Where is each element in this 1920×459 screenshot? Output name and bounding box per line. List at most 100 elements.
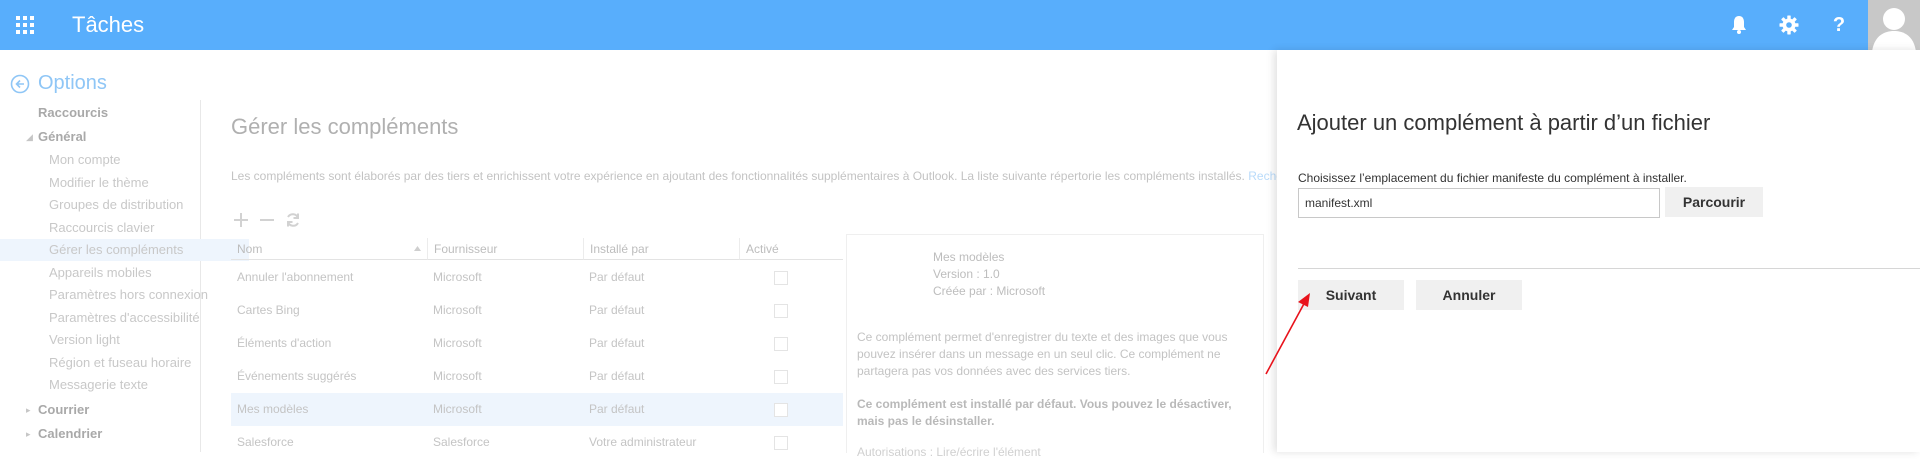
enabled-checkbox[interactable]: [774, 403, 788, 417]
table-row[interactable]: Annuler l'abonnement Microsoft Par défau…: [231, 261, 843, 294]
addin-author: Créée par : Microsoft: [933, 284, 1046, 298]
panel-divider: [1298, 268, 1920, 269]
column-header-active[interactable]: Activé: [739, 238, 843, 260]
nav-item-label: Appareils mobiles: [49, 265, 152, 280]
table-row[interactable]: Mes modèles Microsoft Par défaut: [231, 393, 843, 426]
page-description: Les compléments sont élaborés par des ti…: [231, 169, 1300, 183]
header-label: Activé: [746, 242, 779, 256]
panel-instruction: Choisissez l’emplacement du fichier mani…: [1298, 171, 1687, 185]
column-header-nom[interactable]: Nom: [231, 238, 427, 260]
addin-permissions: Autorisations : Lire/écrire l'élément: [857, 445, 1041, 459]
caret-expanded-icon[interactable]: ◢: [26, 126, 33, 148]
help-icon[interactable]: ?: [1814, 0, 1864, 50]
cell-name: Éléments d'action: [237, 336, 332, 350]
gear-icon[interactable]: [1764, 0, 1814, 50]
addins-toolbar: [233, 212, 301, 228]
refresh-icon[interactable]: [285, 212, 301, 228]
cancel-button[interactable]: Annuler: [1416, 280, 1522, 310]
enabled-checkbox[interactable]: [774, 337, 788, 351]
cell-installed-by: Par défaut: [589, 369, 645, 383]
cell-provider: Microsoft: [433, 336, 482, 350]
options-nav: Raccourcis ◢ Général Mon compte Modifier …: [0, 100, 249, 452]
nav-item-label: Groupes de distribution: [49, 197, 184, 212]
cell-provider: Microsoft: [433, 369, 482, 383]
cell-installed-by: Par défaut: [589, 303, 645, 317]
table-row[interactable]: Cartes Bing Microsoft Par défaut: [231, 294, 843, 327]
nav-item-label: Version light: [49, 332, 120, 347]
nav-item-label: Région et fuseau horaire: [49, 355, 192, 370]
back-arrow-icon[interactable]: [10, 74, 30, 94]
nav-item-gerer-complements[interactable]: Gérer les compléments: [0, 239, 249, 261]
table-row[interactable]: Salesforce Salesforce Votre administrate…: [231, 426, 843, 459]
next-button[interactable]: Suivant: [1298, 280, 1404, 310]
nav-item-label: Paramètres d'accessibilité: [49, 310, 200, 325]
cell-provider: Microsoft: [433, 303, 482, 317]
enabled-checkbox[interactable]: [774, 271, 788, 285]
addin-version: Version : 1.0: [933, 267, 1000, 281]
caret-collapsed-icon[interactable]: ▸: [26, 399, 31, 421]
nav-item-region-fuseau[interactable]: Région et fuseau horaire: [0, 352, 249, 374]
nav-item-appareils-mobiles[interactable]: Appareils mobiles: [0, 262, 249, 284]
bell-icon[interactable]: [1714, 0, 1764, 50]
nav-item-raccourcis-clavier[interactable]: Raccourcis clavier: [0, 217, 249, 239]
cell-installed-by: Votre administrateur: [589, 435, 697, 449]
nav-item-groupes-distribution[interactable]: Groupes de distribution: [0, 194, 249, 216]
options-header[interactable]: Options: [10, 72, 107, 95]
column-header-fournisseur[interactable]: Fournisseur: [427, 238, 583, 260]
nav-item-mon-compte[interactable]: Mon compte: [0, 149, 249, 171]
nav-item-accessibilite[interactable]: Paramètres d'accessibilité: [0, 307, 249, 329]
cell-installed-by: Par défaut: [589, 336, 645, 350]
nav-item-general[interactable]: ◢ Général: [0, 126, 238, 148]
table-row[interactable]: Événements suggérés Microsoft Par défaut: [231, 360, 843, 393]
app-launcher-icon[interactable]: [10, 5, 40, 45]
nav-item-version-light[interactable]: Version light: [0, 329, 249, 351]
addin-meta: Mes modèles Version : 1.0 Créée par : Mi…: [933, 249, 1045, 300]
browse-button[interactable]: Parcourir: [1665, 187, 1763, 217]
addin-install-note: Ce complément est installé par défaut. V…: [857, 397, 1232, 428]
add-from-file-panel: Ajouter un complément à partir d’un fich…: [1277, 50, 1920, 452]
column-header-installe-par[interactable]: Installé par: [583, 238, 739, 260]
nav-item-label: Mon compte: [49, 152, 121, 167]
nav-item-label: Courrier: [38, 402, 90, 417]
manifest-file-input[interactable]: [1298, 188, 1660, 218]
cell-name: Salesforce: [237, 435, 294, 449]
nav-item-courrier[interactable]: ▸ Courrier: [0, 399, 238, 421]
cell-name: Cartes Bing: [237, 303, 300, 317]
nav-item-modifier-theme[interactable]: Modifier le thème: [0, 172, 249, 194]
description-text: Les compléments sont élaborés par des ti…: [231, 169, 1245, 183]
remove-icon[interactable]: [259, 212, 275, 228]
page-title: Gérer les compléments: [231, 114, 459, 139]
cell-name: Événements suggérés: [237, 369, 357, 383]
top-bar: Tâches ?: [0, 0, 1920, 50]
nav-item-raccourcis[interactable]: Raccourcis: [0, 102, 238, 124]
sort-asc-icon[interactable]: [414, 246, 421, 251]
cell-provider: Salesforce: [433, 435, 490, 449]
nav-item-label: Modifier le thème: [49, 175, 149, 190]
nav-item-label: Général: [38, 129, 87, 144]
enabled-checkbox[interactable]: [774, 370, 788, 384]
nav-item-calendrier[interactable]: ▸ Calendrier: [0, 423, 238, 445]
nav-item-label: Raccourcis: [38, 105, 109, 120]
nav-item-label: Paramètres hors connexion: [49, 287, 208, 302]
nav-item-hors-connexion[interactable]: Paramètres hors connexion: [0, 284, 249, 306]
cell-provider: Microsoft: [433, 270, 482, 284]
enabled-checkbox[interactable]: [774, 436, 788, 450]
cell-installed-by: Par défaut: [589, 402, 645, 416]
nav-item-label: Raccourcis clavier: [49, 220, 155, 235]
addin-description: Ce complément permet d'enregistrer du te…: [857, 330, 1228, 378]
avatar-icon[interactable]: [1868, 0, 1920, 50]
nav-item-label: Calendrier: [38, 426, 103, 441]
enabled-checkbox[interactable]: [774, 304, 788, 318]
cell-installed-by: Par défaut: [589, 270, 645, 284]
header-label: Installé par: [590, 242, 649, 256]
nav-item-label: Gérer les compléments: [49, 242, 184, 257]
caret-collapsed-icon[interactable]: ▸: [26, 423, 31, 445]
cell-provider: Microsoft: [433, 402, 482, 416]
table-row[interactable]: Éléments d'action Microsoft Par défaut: [231, 327, 843, 360]
addin-detail-pane: Mes modèles Version : 1.0 Créée par : Mi…: [846, 234, 1264, 459]
add-icon[interactable]: [233, 212, 249, 228]
app-title: Tâches: [72, 12, 145, 37]
nav-item-messagerie-texte[interactable]: Messagerie texte: [0, 374, 249, 396]
header-label: Fournisseur: [434, 242, 498, 256]
options-title: Options: [38, 72, 107, 94]
